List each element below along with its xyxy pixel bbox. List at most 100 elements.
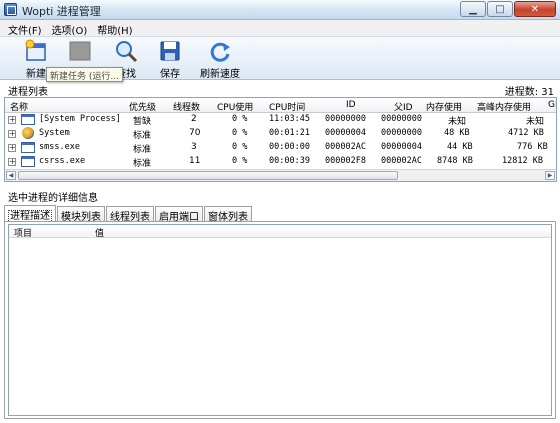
process-parent-id: 00000000: [381, 114, 422, 124]
process-id: 00000004: [325, 128, 366, 138]
menu-bar: 文件(F) 选项(O) 帮助(H): [0, 20, 560, 37]
process-cpu-time: 00:00:39: [269, 156, 310, 166]
process-list-column-header: 名称 优先级 线程数 CPU使用 CPU时间 ID 父ID 内存使用 高峰内存使…: [5, 98, 556, 113]
maximize-button[interactable]: □: [487, 1, 513, 17]
col-memory[interactable]: 内存使用: [426, 100, 462, 113]
system-process-icon: [22, 127, 34, 139]
process-priority: 标准: [133, 159, 152, 169]
close-button[interactable]: ✕: [514, 1, 556, 17]
col-cpu-usage[interactable]: CPU使用: [217, 100, 253, 113]
expand-icon[interactable]: +: [8, 130, 16, 138]
tab-open-ports[interactable]: 启用端口: [155, 206, 203, 223]
scroll-left-icon[interactable]: ◀: [6, 171, 16, 180]
horizontal-scrollbar[interactable]: ◀ ▶: [5, 169, 556, 181]
process-parent-id: 00000000: [381, 128, 422, 138]
col-item[interactable]: 项目: [14, 226, 32, 239]
process-memory: 未知: [448, 117, 467, 127]
save-button[interactable]: 保存: [152, 39, 188, 80]
process-priority: 暂缺: [133, 117, 152, 127]
process-peak-memory: 12812 KB: [502, 156, 543, 166]
refresh-speed-button[interactable]: 刷新速度: [198, 39, 242, 80]
detail-list[interactable]: 项目 值: [8, 224, 552, 416]
process-peak-memory: 776 KB: [517, 142, 548, 152]
window-title: Wopti 进程管理: [22, 5, 101, 18]
detail-tabs: 进程描述 模块列表 线程列表 启用端口 窗体列表: [4, 205, 253, 223]
col-value[interactable]: 值: [95, 226, 104, 239]
process-list-header: 进程列表 进程数: 31: [0, 82, 560, 98]
toolbar-tooltip: 新建任务 (运行...: [46, 67, 123, 82]
process-cpu: 0 %: [232, 128, 248, 138]
process-name: smss.exe: [39, 142, 80, 152]
process-memory: 44 KB: [447, 142, 473, 152]
app-icon: [4, 3, 17, 16]
save-label: 保存: [160, 69, 180, 80]
detail-list-header: 项目 值: [9, 225, 551, 239]
table-row[interactable]: + System 标准 70 0 % 00:01:21 00000004 000…: [5, 127, 556, 141]
process-parent-id: 000002AC: [381, 156, 422, 166]
process-window-icon: [21, 156, 35, 167]
process-memory: 48 KB: [444, 128, 470, 138]
tab-window-list[interactable]: 窗体列表: [204, 206, 252, 223]
table-row[interactable]: + smss.exe 标准 3 0 % 00:00:00 000002AC 00…: [5, 141, 556, 155]
detail-section-label: 选中进程的详细信息: [8, 193, 98, 204]
expand-icon[interactable]: +: [8, 144, 16, 152]
process-window-icon: [21, 114, 35, 125]
process-threads: 3: [191, 142, 197, 152]
process-cpu: 0 %: [232, 156, 248, 166]
process-priority: 标准: [133, 145, 152, 155]
table-row[interactable]: + csrss.exe 标准 11 0 % 00:00:39 000002F8 …: [5, 155, 556, 169]
tab-module-list[interactable]: 模块列表: [57, 206, 105, 223]
process-name: [System Process]: [39, 114, 121, 124]
col-peak-memory[interactable]: 高峰内存使用: [477, 100, 531, 113]
refresh-icon: [210, 42, 230, 62]
save-icon: [160, 41, 180, 61]
tab-process-description[interactable]: 进程描述: [4, 205, 56, 223]
col-gdi[interactable]: GD: [548, 100, 556, 110]
process-id: 000002AC: [325, 142, 366, 152]
window-controls: ▁ □ ✕: [460, 1, 556, 17]
search-icon: [116, 41, 138, 63]
process-id: 000002F8: [325, 156, 366, 166]
process-cpu: 0 %: [232, 114, 248, 124]
process-list-label: 进程列表: [8, 87, 48, 98]
table-row[interactable]: + [System Process] 暂缺 2 0 % 11:03:45 000…: [5, 113, 556, 127]
process-list[interactable]: 名称 优先级 线程数 CPU使用 CPU时间 ID 父ID 内存使用 高峰内存使…: [4, 97, 557, 182]
process-peak-memory: 4712 KB: [508, 128, 544, 138]
menu-file[interactable]: 文件(F): [6, 20, 50, 37]
detail-pane: 项目 值: [4, 221, 556, 419]
scroll-thumb[interactable]: [18, 171, 398, 180]
col-threads[interactable]: 线程数: [173, 100, 200, 113]
process-count: 进程数: 31: [504, 87, 554, 98]
process-threads: 2: [191, 114, 197, 124]
col-id[interactable]: ID: [346, 100, 356, 110]
col-name[interactable]: 名称: [10, 100, 28, 113]
process-threads: 11: [189, 156, 201, 166]
process-cpu-time: 11:03:45: [269, 114, 310, 124]
process-cpu-time: 00:01:21: [269, 128, 310, 138]
menu-help[interactable]: 帮助(H): [95, 20, 140, 37]
process-priority: 标准: [133, 131, 152, 141]
process-cpu: 0 %: [232, 142, 248, 152]
tab-thread-list[interactable]: 线程列表: [106, 206, 154, 223]
new-task-icon: [25, 39, 46, 61]
minimize-button[interactable]: ▁: [460, 1, 486, 17]
process-window-icon: [21, 142, 35, 153]
process-parent-id: 00000004: [381, 142, 422, 152]
refresh-speed-label: 刷新速度: [200, 69, 240, 80]
expand-icon[interactable]: +: [8, 116, 16, 124]
col-priority[interactable]: 优先级: [129, 100, 156, 113]
process-cpu-time: 00:00:00: [269, 142, 310, 152]
run-icon: [69, 41, 91, 61]
process-threads: 70: [189, 128, 201, 138]
process-name: System: [39, 128, 70, 138]
process-peak-memory: 未知: [526, 117, 545, 127]
process-name: csrss.exe: [39, 156, 86, 166]
process-memory: 8748 KB: [437, 156, 473, 166]
expand-icon[interactable]: +: [8, 158, 16, 166]
col-cpu-time[interactable]: CPU时间: [269, 100, 305, 113]
menu-options[interactable]: 选项(O): [50, 20, 96, 37]
scroll-right-icon[interactable]: ▶: [545, 171, 555, 180]
col-parent-id[interactable]: 父ID: [394, 100, 413, 113]
process-id: 00000000: [325, 114, 366, 124]
title-bar: Wopti 进程管理 ▁ □ ✕: [0, 0, 560, 20]
